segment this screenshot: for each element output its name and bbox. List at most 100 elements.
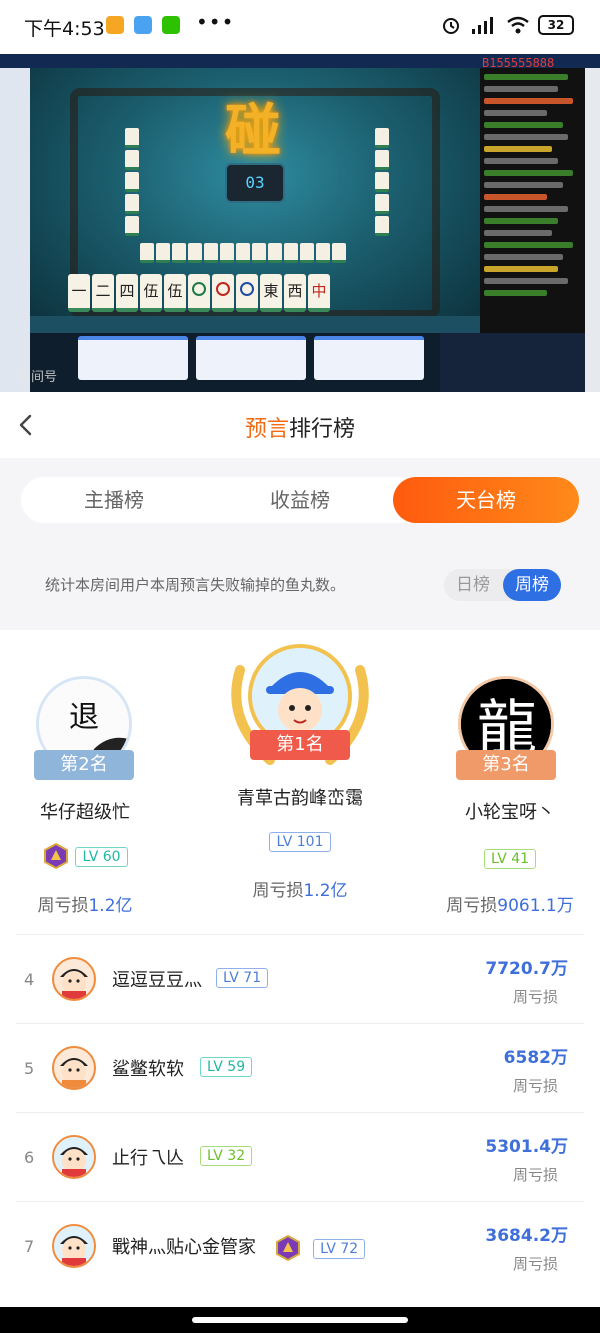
hand-tile: 伍 [140,274,162,312]
row-value: 3684.2万 [485,1226,568,1246]
wifi-icon [507,16,529,34]
video-left-panel [0,68,30,392]
cartoon-avatar-icon [54,1137,94,1177]
more-notifications-icon: ••• [196,10,235,34]
system-nav-bar [0,1307,600,1333]
hand-tile-circles [188,274,210,312]
chat-lower-panel [440,333,600,392]
room-overlay-text: 房间号 [18,370,58,385]
avatar-text: 退 [69,700,99,735]
podium-first[interactable]: 第1名 青草古韵峰峦霭 LV 101 周亏损1.2亿 [220,640,380,904]
row-sub-label: 周亏损 [512,1077,558,1095]
level-badge: LV 71 [216,968,269,988]
video-right-panel [585,68,600,392]
hand-tile: 東 [260,274,282,312]
row-sub-label: 周亏损 [512,1166,558,1184]
hand-tile: 二 [92,274,114,312]
player-hand: 一 二 四 伍 伍 東 西 中 [68,274,330,312]
loss-value: 1.2亿 [88,896,133,916]
loss-value: 9061.1万 [497,896,574,916]
podium-first-badges: LV 101 [220,831,380,852]
level-badge: LV 41 [483,849,537,869]
dice-counter: 03 [225,163,285,203]
alarm-icon [443,18,459,34]
avatar [52,1135,96,1179]
popup-card [314,336,424,380]
rank-ribbon-third: 第3名 [456,750,556,780]
cartoon-avatar-icon [60,1058,88,1088]
hand-tile: 四 [116,274,138,312]
weather-app-icon [134,16,152,34]
podium-third-badges: LV 41 [435,848,585,869]
row-name: 鲨鳖软软 [112,1059,184,1080]
medal-icon [44,842,69,870]
page-title-rest: 排行榜 [289,417,356,442]
mahjong-game-view: 碰 03 一 二 四 伍 伍 東 西 中 [30,68,480,333]
status-bar: 下午4:53 ••• 32 [0,0,600,54]
period-toggle: 日榜 周榜 [444,569,561,601]
hand-tile: 中 [308,274,330,312]
row-sub-label: 周亏损 [512,988,558,1006]
podium-third-name: 小轮宝呀丶 [465,802,555,823]
notes-app-icon [106,16,124,34]
row-rank: 4 [24,970,35,989]
list-item[interactable]: 7 戰神灬贴心金管家 LV 72 3684.2万 周亏损 [16,1201,584,1290]
wechat-app-icon [162,16,180,34]
hand-tile: 西 [284,274,306,312]
podium-second-name: 华仔超级忙 [40,802,130,823]
loss-value: 1.2亿 [303,881,348,901]
page-header: 预言排行榜 [0,392,600,458]
battery-icon: 32 [538,15,574,35]
popup-card [78,336,188,380]
loss-label: 周亏损 [37,896,89,916]
hand-tile-circles [236,274,258,312]
list-item[interactable]: 4 逗逗豆豆灬 LV 71 7720.7万 周亏损 [16,934,584,1023]
loss-label: 周亏损 [252,881,304,901]
cartoon-avatar-icon [54,1226,94,1266]
podium-second[interactable]: 退 第2名 华仔超级忙 LV 60 周亏损1.2亿 [20,670,150,934]
level-badge: LV 72 [313,1238,366,1259]
row-badges: LV 71 [216,967,269,988]
podium-second-badges: LV 60 [20,842,150,870]
avatar [52,957,96,1001]
row-badges: LV 59 [200,1056,253,1077]
row-rank: 6 [24,1148,35,1167]
level-badge: LV 32 [200,1146,253,1166]
level-badge: LV 59 [200,1057,253,1077]
rank-ribbon-first: 第1名 [250,730,350,760]
row-value: 7720.7万 [485,959,568,979]
ranking-list: 4 逗逗豆豆灬 LV 71 7720.7万 周亏损 5 鲨鳖软软 LV 59 6… [16,934,584,1290]
avatar [52,1046,96,1090]
tab-section: 主播榜 收益榜 天台榜 统计本房间用户本周预言失败输掉的鱼丸数。 日榜 周榜 [0,458,600,630]
hand-tile-circles [212,274,234,312]
row-value: 6582万 [503,1048,568,1068]
list-item[interactable]: 6 止行乁亾 LV 32 5301.4万 周亏损 [16,1112,584,1201]
live-video-player[interactable]: 碰 03 一 二 四 伍 伍 東 西 中 B155555888 房间号 [0,54,600,392]
level-badge: LV 101 [269,832,331,852]
podium-first-name: 青草古韵峰峦霭 [237,788,363,809]
tab-host-ranking[interactable]: 主播榜 [21,477,207,523]
podium: 退 第2名 华仔超级忙 LV 60 周亏损1.2亿 第1名 青草古韵峰峦霭 LV… [0,630,600,934]
tab-income-ranking[interactable]: 收益榜 [207,477,393,523]
left-wall [125,128,139,236]
row-badges: LV 32 [200,1145,253,1166]
podium-third[interactable]: 龍 第3名 小轮宝呀丶 LV 41 周亏损9061.1万 [435,670,585,934]
daily-toggle[interactable]: 日榜 [444,569,502,601]
cartoon-avatar-icon [60,969,88,999]
row-name: 逗逗豆豆灬 [112,970,202,991]
row-name: 止行乁亾 [112,1148,184,1169]
loss-label: 周亏损 [446,896,498,916]
row-name: 戰神灬贴心金管家 [112,1237,256,1258]
tab-rooftop-ranking[interactable]: 天台榜 [393,477,579,523]
game-effect-text: 碰 [225,99,281,164]
row-badges: LV 72 [274,1234,366,1262]
home-indicator[interactable] [192,1317,408,1323]
row-sub-label: 周亏损 [512,1255,558,1273]
ranking-tabs: 主播榜 收益榜 天台榜 [21,477,579,523]
list-item[interactable]: 5 鲨鳖软软 LV 59 6582万 周亏损 [16,1023,584,1112]
right-wall [375,128,389,236]
popup-card [196,336,306,380]
game-toolbar [30,316,480,333]
room-contact-text: B155555888 [482,56,555,70]
weekly-toggle[interactable]: 周榜 [503,569,561,601]
